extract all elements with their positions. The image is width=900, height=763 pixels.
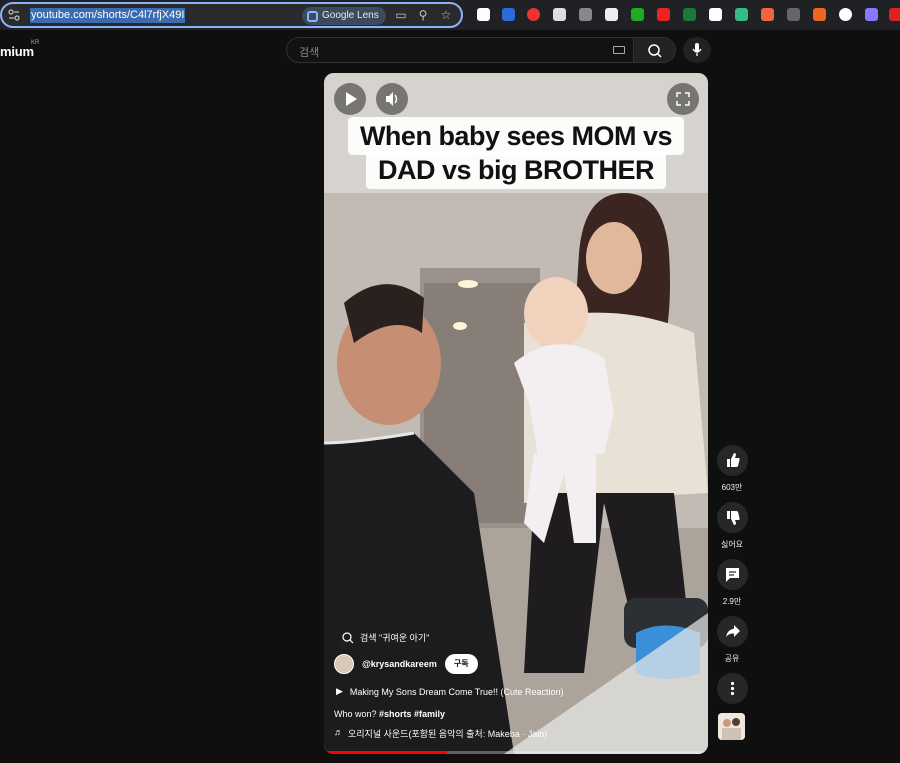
related-video-title: Making My Sons Dream Come True!! (Cute R… — [349, 686, 564, 697]
video-caption-line2: DAD vs big BROTHER — [324, 151, 708, 189]
thumbs-down-icon — [726, 511, 740, 525]
more-options-button[interactable] — [716, 673, 748, 704]
green-play-icon[interactable] — [657, 8, 670, 21]
video-caption-line1: When baby sees MOM vs — [324, 117, 708, 155]
bookmark-star-icon[interactable]: ☆ — [439, 8, 453, 22]
url-text[interactable]: youtube.com/shorts/C4l7rfjX49I — [30, 8, 186, 23]
share-icon — [725, 625, 740, 637]
music-note-icon: ♬ — [334, 727, 343, 737]
related-search-chip[interactable]: 검색 "귀여운 아기" — [334, 626, 440, 649]
channel-avatar[interactable] — [334, 654, 354, 674]
bar-icon[interactable] — [787, 8, 800, 21]
green-doc-icon[interactable] — [631, 8, 644, 21]
folder-icon[interactable] — [502, 8, 515, 21]
channel-info: @krysandkareem 구독 — [334, 654, 478, 674]
red-s-icon[interactable] — [889, 8, 900, 21]
more-action[interactable] — [716, 673, 748, 704]
chart-icon[interactable] — [683, 8, 696, 21]
volume-icon — [386, 92, 398, 106]
dislike-label: 싫어요 — [720, 540, 744, 549]
related-video-link[interactable]: ▶ Making My Sons Dream Come True!! (Cute… — [336, 686, 564, 697]
keyboard-icon[interactable] — [613, 46, 625, 54]
fullscreen-button[interactable] — [667, 83, 699, 115]
shorts-video-player[interactable]: When baby sees MOM vs DAD vs big BROTHER… — [324, 73, 708, 754]
play-red-icon[interactable] — [527, 8, 540, 21]
search-icon — [648, 44, 662, 58]
chat-icon[interactable] — [839, 8, 852, 21]
share-button[interactable] — [716, 616, 748, 647]
lens-icon — [307, 10, 318, 22]
thumbs-up-icon — [726, 453, 740, 467]
hashtags[interactable]: #shorts #family — [379, 709, 445, 719]
sound-thumbnail — [718, 713, 745, 740]
video-description[interactable]: Who won? #shorts #family — [334, 709, 445, 719]
comment-action[interactable]: 2.9만 — [716, 559, 748, 607]
site-settings-icon[interactable] — [8, 9, 20, 21]
mail-icon[interactable] — [735, 8, 748, 21]
fullscreen-icon — [676, 92, 690, 106]
like-action[interactable]: 603만 — [716, 445, 748, 493]
comment-count: 2.9만 — [722, 597, 742, 606]
music-text: 오리지널 사운드(포함된 음악의 출처: Makeba · Jain) — [348, 729, 548, 739]
like-count: 603만 — [721, 483, 743, 492]
video-progress-bar[interactable] — [324, 751, 708, 754]
more-vert-icon — [730, 681, 734, 696]
sound-avatar[interactable] — [718, 713, 745, 740]
shield-icon[interactable] — [709, 8, 722, 21]
search-placeholder: 검색 — [299, 47, 320, 59]
purple-icon[interactable] — [865, 8, 878, 21]
fox-icon-2[interactable] — [813, 8, 826, 21]
mic-icon — [692, 43, 702, 56]
dislike-action[interactable]: 싫어요 — [716, 502, 748, 550]
subscribe-button[interactable]: 구독 — [444, 654, 478, 674]
music-attribution[interactable]: ♬ 오리지널 사운드(포함된 음악의 출처: Makeba · Jain) — [334, 727, 547, 740]
tv-icon[interactable] — [605, 8, 618, 21]
video-progress-fill — [324, 751, 447, 754]
region-code: KR — [31, 40, 40, 46]
browser-toolbar: youtube.com/shorts/C4l7rfjX49I Google Le… — [0, 0, 900, 30]
google-lens-button[interactable]: Google Lens — [302, 7, 386, 25]
play-small-icon: ▶ — [336, 686, 343, 696]
n-icon[interactable] — [477, 8, 490, 21]
youtube-logo[interactable]: mium — [0, 44, 34, 59]
share-action[interactable]: 공유 — [716, 616, 748, 664]
comment-button[interactable] — [716, 559, 748, 590]
address-bar[interactable]: youtube.com/shorts/C4l7rfjX49I Google Le… — [0, 2, 463, 28]
share-label: 공유 — [724, 654, 740, 663]
search-chip-label: 검색 "귀여운 아기" — [360, 633, 430, 643]
camera-icon[interactable] — [579, 8, 592, 21]
description-text: Who won? — [334, 709, 380, 719]
zoom-icon[interactable]: ⚲ — [416, 8, 430, 22]
google-lens-label: Google Lens — [322, 10, 379, 21]
like-button[interactable] — [716, 445, 748, 476]
comment-icon — [725, 568, 739, 582]
search-button[interactable] — [633, 37, 676, 63]
search-input[interactable]: 검색 — [286, 37, 634, 63]
cast-icon[interactable]: ▭ — [394, 8, 408, 22]
voice-search-button[interactable] — [683, 37, 711, 63]
search-icon — [342, 631, 354, 643]
dislike-button[interactable] — [716, 502, 748, 533]
play-button[interactable] — [334, 83, 366, 115]
play-icon — [346, 92, 357, 106]
volume-button[interactable] — [376, 83, 408, 115]
channel-name[interactable]: @krysandkareem — [362, 659, 437, 669]
fox-icon[interactable] — [761, 8, 774, 21]
puzzle-icon[interactable] — [553, 8, 566, 21]
